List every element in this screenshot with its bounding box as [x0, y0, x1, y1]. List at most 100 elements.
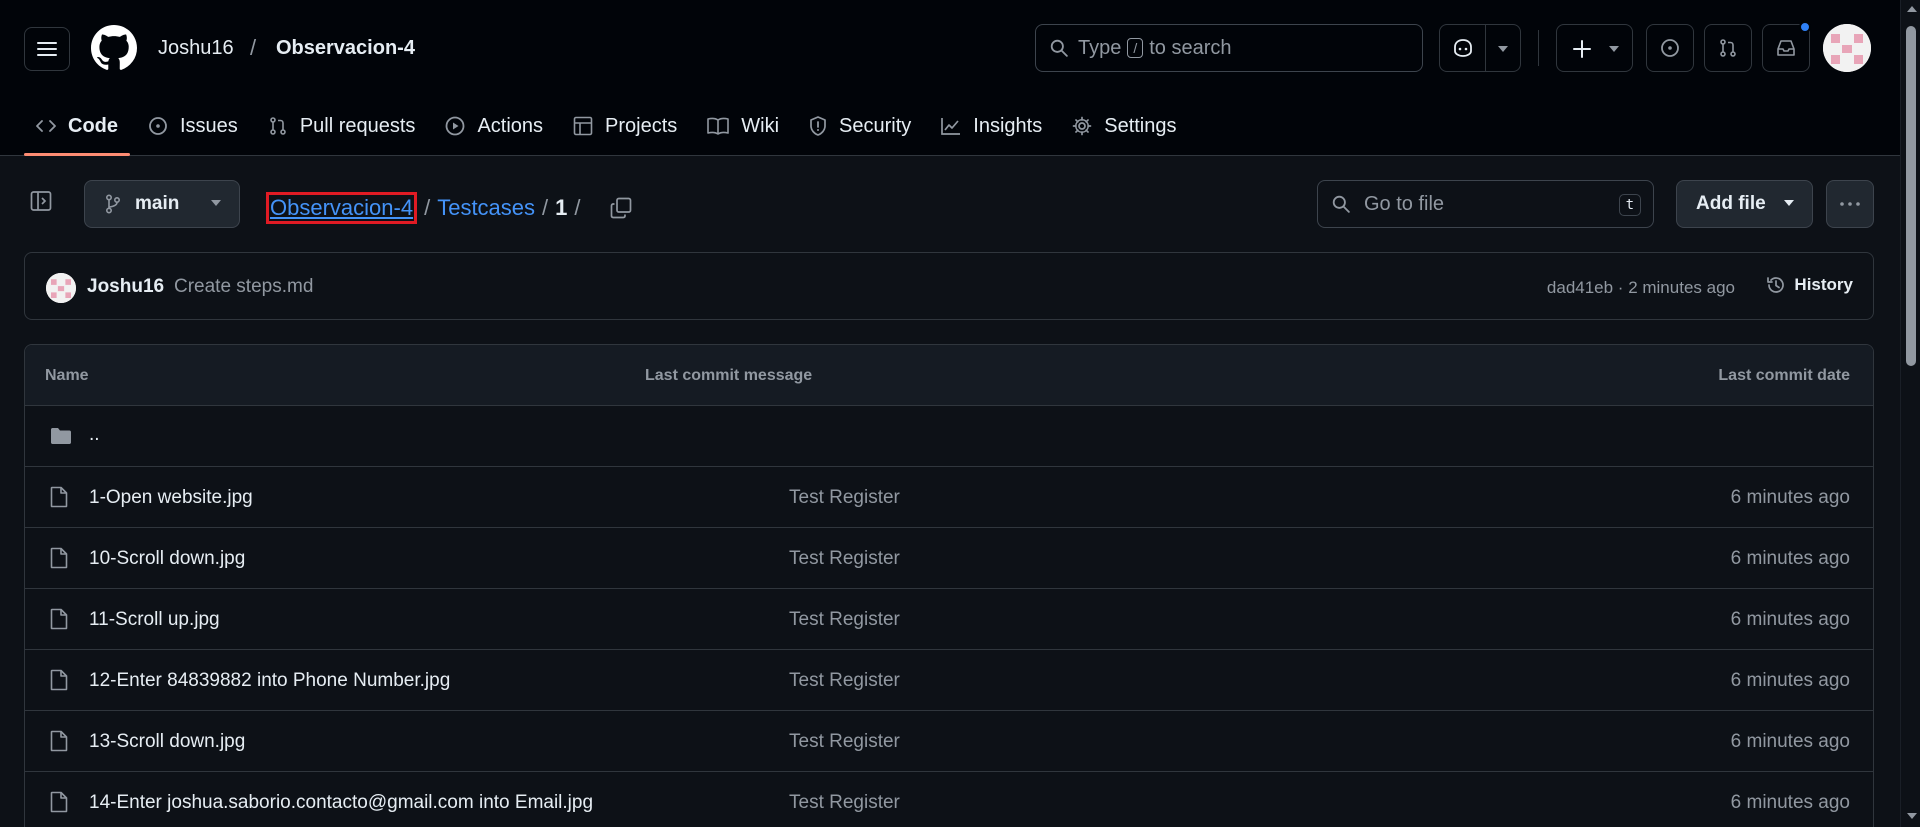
repo-name-link[interactable]: Observacion-4: [276, 37, 415, 60]
avatar-identicon-icon: [46, 273, 76, 303]
tab-label: Insights: [973, 114, 1043, 137]
table-row[interactable]: 1-Open website.jpg Test Register 6 minut…: [25, 467, 1873, 528]
commit-hash-and-time[interactable]: dad41eb · 2 minutes ago: [1547, 278, 1735, 298]
git-pull-request-icon: [270, 117, 286, 135]
breadcrumb: Observacion-4 / Testcases / 1 /: [266, 192, 632, 224]
commit-message-link[interactable]: Test Register: [789, 731, 900, 753]
tab-issues[interactable]: Issues: [136, 96, 250, 156]
history-icon: [1767, 277, 1785, 293]
copilot-icon: [1454, 39, 1472, 57]
scroll-down-arrow-icon[interactable]: [1907, 813, 1917, 819]
tab-settings[interactable]: Settings: [1060, 96, 1188, 156]
file-icon: [50, 669, 68, 691]
expand-file-tree-button[interactable]: [30, 190, 52, 212]
history-button[interactable]: History: [1766, 275, 1853, 295]
file-name-link[interactable]: 12-Enter 84839882 into Phone Number.jpg: [89, 670, 450, 692]
your-pull-requests-button[interactable]: [1704, 24, 1752, 72]
repo-tabs: Code Issues Pull requests Actions Projec…: [24, 96, 1195, 156]
parent-directory-label: ..: [89, 424, 100, 445]
commit-date: 6 minutes ago: [1730, 731, 1850, 752]
commit-date: 6 minutes ago: [1730, 487, 1850, 508]
tab-wiki[interactable]: Wiki: [695, 96, 791, 156]
tab-security[interactable]: Security: [797, 96, 923, 156]
file-icon: [50, 486, 68, 508]
add-file-button[interactable]: Add file: [1676, 180, 1813, 228]
table-row[interactable]: 13-Scroll down.jpg Test Register 6 minut…: [25, 711, 1873, 772]
tab-projects[interactable]: Projects: [561, 96, 689, 156]
file-name-link[interactable]: 13-Scroll down.jpg: [89, 731, 245, 753]
go-to-file-input[interactable]: Go to file t: [1317, 180, 1654, 228]
breadcrumb-separator: /: [542, 195, 549, 220]
tab-label: Projects: [605, 114, 678, 137]
commit-message-link[interactable]: Test Register: [789, 609, 900, 631]
commit-date: 6 minutes ago: [1730, 609, 1850, 630]
global-topbar: Joshu16 / Observacion-4 Type / to search: [0, 0, 1900, 96]
user-avatar[interactable]: [1823, 24, 1871, 72]
open-global-nav-button[interactable]: [24, 27, 70, 71]
tab-code[interactable]: Code: [24, 96, 130, 156]
avatar-identicon-icon: [1823, 24, 1871, 72]
column-header-date: Last commit date: [1718, 367, 1850, 384]
commit-author-avatar[interactable]: [46, 273, 76, 303]
tab-insights[interactable]: Insights: [929, 96, 1054, 156]
search-placeholder-prefix: Type: [1078, 36, 1122, 59]
owner-link[interactable]: Joshu16: [158, 37, 234, 60]
more-options-button[interactable]: [1826, 180, 1874, 228]
copy-icon: [610, 197, 631, 219]
file-name-link[interactable]: 14-Enter joshua.saborio.contacto@gmail.c…: [89, 792, 593, 814]
file-icon: [50, 730, 68, 752]
file-name-link[interactable]: 1-Open website.jpg: [89, 487, 253, 509]
breadcrumb-folder-link[interactable]: Testcases: [437, 195, 535, 221]
table-row[interactable]: 12-Enter 84839882 into Phone Number.jpg …: [25, 650, 1873, 711]
breadcrumb-current-folder: 1: [555, 195, 568, 220]
breadcrumb-repo-link[interactable]: Observacion-4: [266, 192, 418, 224]
github-logo-icon[interactable]: [91, 25, 137, 71]
scroll-up-arrow-icon[interactable]: [1907, 6, 1917, 12]
commit-message-link[interactable]: Test Register: [789, 487, 900, 509]
issue-opened-icon: [149, 117, 167, 135]
kebab-horizontal-icon: [1840, 202, 1860, 206]
tab-label: Code: [68, 114, 118, 137]
tab-actions[interactable]: Actions: [433, 96, 555, 156]
tab-pull-requests[interactable]: Pull requests: [256, 96, 428, 156]
search-shortcut-key: /: [1127, 38, 1144, 58]
global-search-input[interactable]: Type / to search: [1035, 24, 1423, 72]
table-row[interactable]: 10-Scroll down.jpg Test Register 6 minut…: [25, 528, 1873, 589]
table-header: Name Last commit message Last commit dat…: [25, 345, 1873, 406]
commit-author-link[interactable]: Joshu16: [87, 276, 164, 298]
file-icon: [50, 608, 68, 630]
latest-commit-box: Joshu16 Create steps.md dad41eb · 2 minu…: [24, 252, 1874, 320]
commit-message-link[interactable]: Test Register: [789, 670, 900, 692]
column-header-message: Last commit message: [645, 367, 813, 384]
go-to-file-placeholder: Go to file: [1364, 192, 1445, 215]
file-icon: [50, 547, 68, 569]
table-row[interactable]: 14-Enter joshua.saborio.contacto@gmail.c…: [25, 772, 1873, 827]
commit-date: 6 minutes ago: [1730, 792, 1850, 813]
commit-message-link[interactable]: Test Register: [789, 548, 900, 570]
scrollbar-thumb[interactable]: [1906, 26, 1916, 366]
table-row[interactable]: 11-Scroll up.jpg Test Register 6 minutes…: [25, 589, 1873, 650]
play-icon: [446, 116, 465, 136]
commit-date: 6 minutes ago: [1730, 548, 1850, 569]
search-icon: [1050, 39, 1068, 57]
parent-directory-row[interactable]: ..: [25, 406, 1873, 467]
branch-selector-button[interactable]: main: [84, 180, 240, 228]
inbox-icon: [1777, 40, 1795, 56]
commit-date: 6 minutes ago: [1730, 670, 1850, 691]
commit-message-link[interactable]: Test Register: [789, 792, 900, 814]
chevron-down-icon[interactable]: [1498, 46, 1508, 52]
copilot-button[interactable]: [1439, 24, 1521, 72]
graph-icon: [941, 118, 961, 135]
commit-message-link[interactable]: Create steps.md: [174, 276, 313, 298]
tab-label: Issues: [180, 114, 238, 137]
table-icon: [573, 116, 593, 136]
search-icon: [1332, 195, 1350, 213]
file-name-link[interactable]: 11-Scroll up.jpg: [89, 609, 220, 631]
unread-notification-dot: [1799, 21, 1811, 33]
file-name-link[interactable]: 10-Scroll down.jpg: [89, 548, 245, 570]
your-issues-button[interactable]: [1646, 24, 1694, 72]
copilot-divider: [1485, 25, 1486, 71]
create-new-button[interactable]: [1556, 24, 1633, 72]
page-scrollbar[interactable]: [1900, 0, 1920, 827]
copy-path-button[interactable]: [610, 197, 632, 219]
